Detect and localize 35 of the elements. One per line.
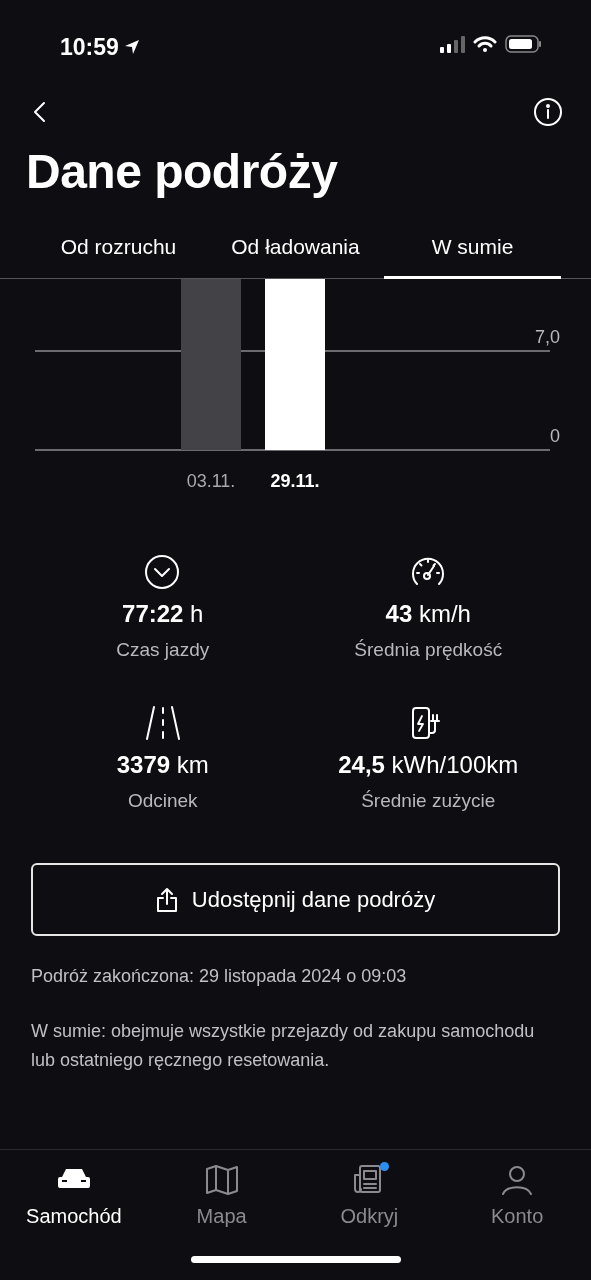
stat-label: Odcinek — [127, 788, 198, 813]
wifi-icon — [473, 35, 497, 53]
date-label: 03.11. — [186, 471, 236, 492]
stat-value: 77:22 h — [122, 599, 204, 630]
tab[interactable]: W sumie — [384, 230, 561, 280]
nav-tab[interactable]: Konto — [443, 1162, 591, 1234]
road-icon — [143, 704, 182, 741]
chevron-circle-icon — [143, 554, 182, 591]
tab[interactable]: Od rozruchu — [30, 230, 207, 280]
map-icon — [203, 1163, 240, 1195]
info-icon — [533, 97, 563, 127]
nav-tab[interactable]: Mapa — [147, 1162, 296, 1234]
note-text: W sumie: obejmuje wszystkie przejazdy od zakupu samochodu lub ostatniego ręcznego resetowania. — [31, 1020, 536, 1072]
date-label: 29.11. — [270, 471, 320, 492]
tab[interactable]: Od ładowania — [207, 230, 384, 280]
back-chevron-icon — [32, 101, 46, 123]
info-button[interactable] — [533, 97, 563, 127]
clock-time: 10:59 — [60, 33, 119, 62]
nav-tab[interactable]: Odkryj — [295, 1162, 444, 1234]
stat-value: 24,5 kWh/100km — [338, 749, 519, 780]
share-button[interactable]: Udostępnij dane podróży — [31, 863, 560, 937]
trip-end-text: Podróż zakończona: 29 listopada 2024 o 09:03 — [31, 965, 408, 989]
signal-icon — [439, 35, 465, 53]
share-icon — [155, 886, 178, 913]
back-button[interactable] — [32, 101, 46, 123]
page-title: Dane podróży — [26, 146, 339, 199]
stat-label: Średnie zużycie — [361, 788, 496, 813]
stat-value: 3379 km — [116, 749, 209, 780]
stat-label: Czas jazdy — [116, 638, 210, 663]
stat-label: Średnia prędkość — [354, 638, 503, 663]
stat-value: 43 km/h — [385, 599, 471, 630]
nav-tab[interactable]: Samochód — [0, 1162, 148, 1234]
axis-label: 0 — [550, 426, 560, 447]
battery-icon — [505, 34, 543, 54]
axis-label: 7,0 — [534, 327, 560, 348]
